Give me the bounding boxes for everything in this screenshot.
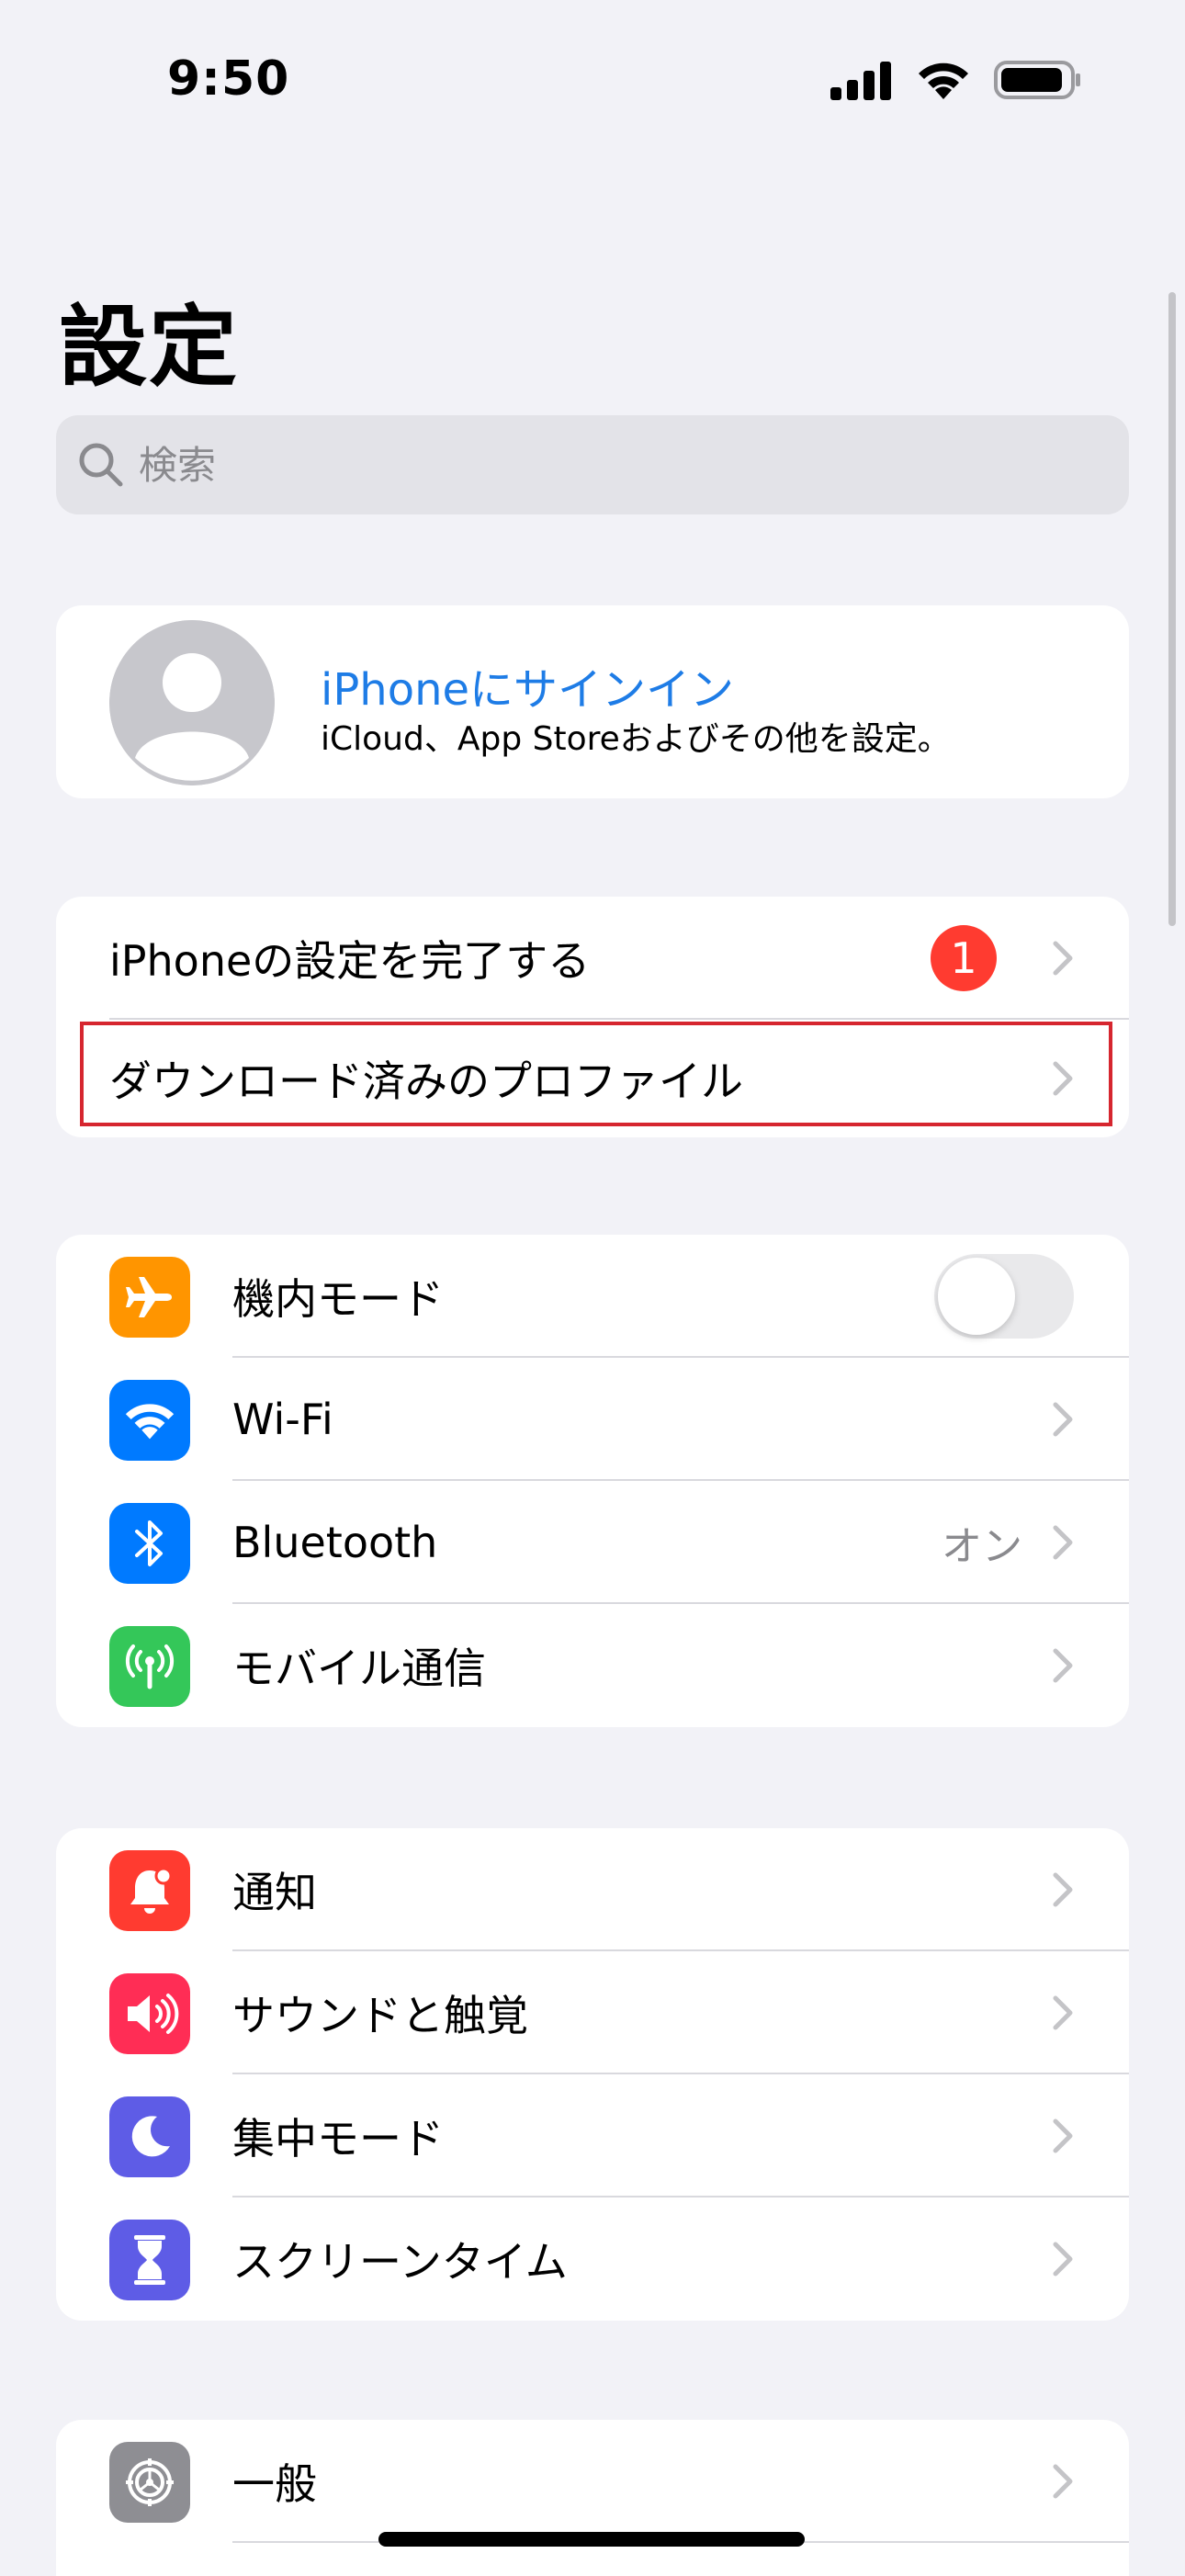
toggle-knob — [938, 1258, 1015, 1335]
wifi-icon — [109, 1380, 190, 1461]
sounds-label: サウンドと触覚 — [232, 1991, 528, 2040]
chevron-right-icon — [1052, 1524, 1074, 1561]
screen-time-label: スクリーンタイム — [232, 2237, 568, 2287]
home-indicator[interactable] — [378, 2532, 805, 2547]
status-time: 9:50 — [167, 51, 290, 107]
bluetooth-status: オン — [942, 1523, 1022, 1570]
general-group: 一般 — [56, 2420, 1129, 2576]
cellular-row[interactable]: モバイル通信 — [56, 1604, 1129, 1727]
bluetooth-icon — [109, 1503, 190, 1584]
chevron-right-icon — [1052, 2463, 1074, 2500]
wifi-label: Wi-Fi — [232, 1395, 333, 1444]
search-icon — [76, 440, 126, 490]
notifications-group: 通知 サウンドと触覚 集中モード スクリーンタイム — [56, 1828, 1129, 2321]
chevron-right-icon — [1052, 1994, 1074, 2031]
chevron-right-icon — [1052, 2118, 1074, 2154]
sounds-row[interactable]: サウンドと触覚 — [56, 1951, 1129, 2074]
sign-in-card[interactable]: iPhoneにサインイン iCloud、App Storeおよびその他を設定。 — [56, 605, 1129, 798]
notification-badge: 1 — [931, 925, 997, 991]
bluetooth-row[interactable]: Bluetooth オン — [56, 1481, 1129, 1604]
bell-icon — [109, 1850, 190, 1931]
screen-time-row[interactable]: スクリーンタイム — [56, 2198, 1129, 2321]
battery-icon — [994, 59, 1082, 105]
focus-label: 集中モード — [232, 2114, 444, 2164]
chevron-right-icon — [1052, 2241, 1074, 2277]
status-bar: 9:50 — [0, 0, 1185, 156]
finish-setup-label: iPhoneの設定を完了する — [109, 936, 591, 986]
focus-row[interactable]: 集中モード — [56, 2074, 1129, 2198]
search-field[interactable] — [56, 415, 1129, 514]
cellular-label: モバイル通信 — [232, 1644, 486, 1693]
avatar — [109, 620, 275, 785]
bluetooth-label: Bluetooth — [232, 1518, 438, 1567]
chevron-right-icon — [1052, 1401, 1074, 1438]
speaker-icon — [109, 1973, 190, 2054]
wifi-row[interactable]: Wi-Fi — [56, 1358, 1129, 1481]
general-label: 一般 — [232, 2459, 317, 2509]
scrollbar[interactable] — [1168, 292, 1176, 926]
sign-in-subtitle: iCloud、App Storeおよびその他を設定。 — [321, 720, 951, 758]
search-input[interactable] — [139, 442, 965, 488]
gear-icon — [109, 2442, 190, 2523]
chevron-right-icon — [1052, 1871, 1074, 1908]
wifi-status-icon — [915, 59, 972, 105]
highlight-box — [80, 1022, 1112, 1126]
antenna-icon — [109, 1626, 190, 1707]
airplane-mode-toggle[interactable] — [934, 1254, 1074, 1339]
chevron-right-icon — [1052, 1647, 1074, 1684]
notifications-row[interactable]: 通知 — [56, 1828, 1129, 1951]
airplane-mode-label: 機内モード — [232, 1274, 444, 1324]
notifications-label: 通知 — [232, 1868, 317, 1917]
airplane-icon — [109, 1257, 190, 1338]
finish-setup-row[interactable]: iPhoneの設定を完了する 1 — [56, 897, 1129, 1020]
page-title: 設定 — [59, 296, 239, 399]
hourglass-icon — [109, 2220, 190, 2300]
cellular-signal-icon — [830, 60, 893, 104]
airplane-mode-row: 機内モード — [56, 1235, 1129, 1358]
connectivity-group: 機内モード Wi-Fi Bluetooth オン モバイル通信 — [56, 1235, 1129, 1727]
chevron-right-icon — [1052, 940, 1074, 977]
general-row[interactable]: 一般 — [56, 2420, 1129, 2543]
moon-icon — [109, 2096, 190, 2177]
status-icons — [830, 59, 1082, 105]
sign-in-title: iPhoneにサインイン — [321, 664, 735, 716]
